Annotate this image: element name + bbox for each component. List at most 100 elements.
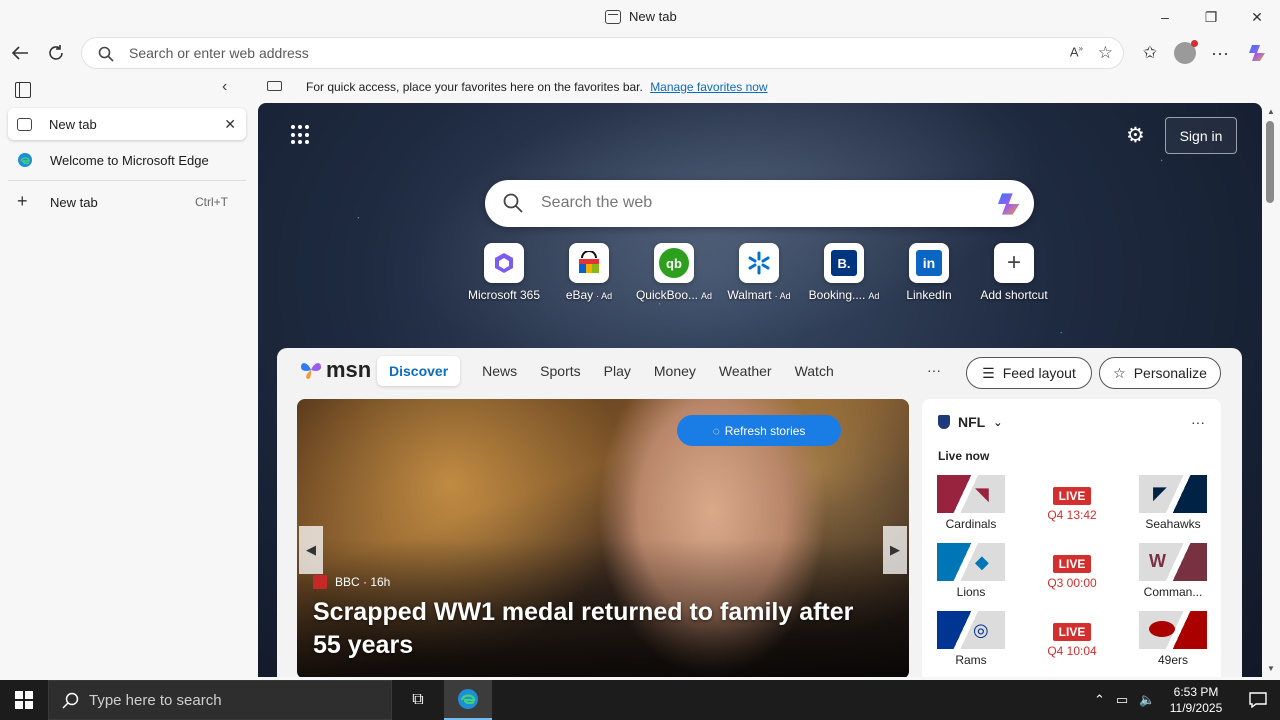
hero-story-card[interactable]: ◌ Refresh stories ◀ ▶ BBC · 16h Scrapped…	[297, 399, 909, 677]
tab-new-tab[interactable]: New tab ✕	[8, 108, 246, 140]
49ers-logo-icon	[1139, 611, 1207, 649]
copilot-icon[interactable]	[994, 188, 1026, 220]
scroll-thumb[interactable]	[1266, 121, 1274, 203]
team-name: Rams	[955, 653, 987, 667]
prev-story-arrow-icon[interactable]: ◀	[299, 526, 323, 574]
close-window-button[interactable]: ✕	[1234, 0, 1280, 34]
home-team: ◎ Rams	[937, 611, 1005, 669]
add-shortcut-button[interactable]: + Add shortcut	[969, 243, 1059, 302]
personalize-button[interactable]: ☆ Personalize	[1099, 357, 1221, 389]
live-badge: LIVE	[1052, 555, 1092, 573]
web-search-box[interactable]: Search the web	[485, 180, 1034, 227]
shortcut-walmart[interactable]: Walmart · Ad	[714, 243, 804, 302]
tab-actions-icon[interactable]	[15, 82, 31, 98]
app-launcher-icon[interactable]	[291, 125, 311, 145]
back-button[interactable]	[4, 37, 36, 69]
settings-more-icon[interactable]: ···	[1204, 37, 1236, 69]
tab-label: New tab	[49, 116, 97, 132]
favorites-hint: For quick access, place your favorites h…	[306, 80, 768, 94]
game-clock: Q4 10:04	[1047, 644, 1097, 658]
story-headline[interactable]: Scrapped WW1 medal returned to family af…	[313, 596, 873, 662]
game-status: LIVE Q4 10:04	[1037, 623, 1107, 658]
maximize-button[interactable]: ❐	[1188, 0, 1234, 34]
tab-sports[interactable]: Sports	[529, 356, 591, 386]
favorites-icon[interactable]: ✩	[1134, 37, 1166, 69]
tab-welcome[interactable]: Welcome to Microsoft Edge	[8, 144, 246, 176]
tab-money[interactable]: Money	[643, 356, 707, 386]
scroll-down-icon[interactable]: ▼	[1267, 664, 1275, 673]
page-settings-gear-icon[interactable]: ⚙	[1126, 123, 1145, 148]
favorite-star-icon[interactable]: ☆	[1098, 43, 1113, 63]
network-icon[interactable]: ▭	[1116, 692, 1128, 708]
next-story-arrow-icon[interactable]: ▶	[883, 526, 907, 574]
search-icon	[62, 692, 79, 709]
chevron-up-icon[interactable]: ⌃	[1094, 692, 1105, 708]
feed-layout-button[interactable]: ☰ Feed layout	[966, 357, 1092, 389]
collapse-pane-icon[interactable]: ‹	[222, 78, 227, 96]
shortcut-label: Booking....	[808, 288, 866, 302]
notification-center-icon[interactable]	[1236, 680, 1280, 720]
new-tab-label: New tab	[50, 194, 98, 210]
address-input[interactable]	[129, 38, 1029, 68]
task-view-icon[interactable]: ⧉	[396, 680, 440, 720]
tab-discover[interactable]: Discover	[377, 356, 461, 386]
ebay-bag-icon	[569, 243, 609, 283]
tab-play[interactable]: Play	[593, 356, 642, 386]
favorites-hint-text: For quick access, place your favorites h…	[306, 80, 643, 94]
windows-logo-icon	[15, 691, 33, 709]
away-team: ◤ Seahawks	[1139, 475, 1207, 533]
game-row[interactable]: ◥ Cardinals LIVE Q4 13:42 ◤ Seahawks	[937, 475, 1207, 533]
more-nav-icon[interactable]: ···	[927, 362, 941, 378]
seahawks-logo-icon: ◤	[1139, 475, 1207, 513]
manage-favorites-link[interactable]: Manage favorites now	[650, 80, 767, 94]
copilot-button[interactable]	[1242, 37, 1274, 69]
game-row[interactable]: ◆ Lions LIVE Q3 00:00 W Comman...	[937, 543, 1207, 601]
tab-watch[interactable]: Watch	[784, 356, 845, 386]
shortcut-microsoft-365[interactable]: Microsoft 365	[459, 243, 549, 302]
nfl-scores-card: NFL ⌄ ··· Live now ◥ Cardinals LIVE Q4 1…	[922, 399, 1221, 677]
msn-logo[interactable]: msn	[299, 357, 371, 383]
shortcut-booking[interactable]: B. Booking.... Ad	[799, 243, 889, 302]
msn-nav: Discover News Sports Play Money Weather …	[377, 356, 846, 386]
page-scrollbar[interactable]: ▲ ▼	[1262, 103, 1280, 677]
game-status: LIVE Q4 13:42	[1037, 487, 1107, 522]
edge-icon	[18, 153, 32, 167]
sign-in-button[interactable]: Sign in	[1165, 117, 1237, 154]
volume-muted-icon[interactable]: 🔈	[1139, 692, 1155, 708]
scroll-up-icon[interactable]: ▲	[1267, 107, 1275, 116]
ad-label: · Ad	[596, 291, 613, 301]
lions-logo-icon: ◆	[937, 543, 1005, 581]
new-tab-button[interactable]: + New tab Ctrl+T	[8, 186, 246, 218]
booking-icon: B.	[824, 243, 864, 283]
start-button[interactable]	[0, 680, 48, 720]
shortcut-ebay[interactable]: eBay · Ad	[544, 243, 634, 302]
refresh-button[interactable]	[40, 37, 72, 69]
taskbar-search-placeholder: Type here to search	[89, 691, 222, 709]
nfl-more-icon[interactable]: ···	[1191, 414, 1205, 430]
read-aloud-icon[interactable]: A»	[1070, 44, 1083, 59]
taskbar-edge-app[interactable]	[444, 680, 492, 720]
nfl-shield-icon	[938, 415, 950, 429]
ad-label: · Ad	[774, 291, 791, 301]
microsoft-365-icon	[484, 243, 524, 283]
clock[interactable]: 6:53 PM 11/9/2025	[1168, 684, 1224, 716]
tab-news[interactable]: News	[471, 356, 528, 386]
profile-button[interactable]	[1169, 37, 1201, 69]
shortcut-linkedin[interactable]: in LinkedIn	[884, 243, 974, 302]
msn-feed: msn Discover News Sports Play Money Weat…	[277, 348, 1242, 677]
window-title-text: New tab	[629, 9, 677, 24]
favorites-bar-icon	[267, 81, 282, 91]
msn-logo-text: msn	[326, 357, 372, 382]
address-bar[interactable]: A» ☆	[81, 37, 1124, 69]
shortcut-quickbooks[interactable]: qb QuickBoo... Ad	[629, 243, 719, 302]
taskbar-search[interactable]: Type here to search	[48, 680, 392, 720]
nfl-header[interactable]: NFL ⌄	[938, 414, 1002, 430]
personalize-label: Personalize	[1133, 365, 1207, 381]
close-tab-icon[interactable]: ✕	[224, 116, 236, 133]
refresh-stories-button[interactable]: ◌ Refresh stories	[677, 415, 841, 446]
tab-weather[interactable]: Weather	[708, 356, 783, 386]
away-team: W Comman...	[1139, 543, 1207, 601]
game-row[interactable]: ◎ Rams LIVE Q4 10:04 49ers	[937, 611, 1207, 669]
minimize-button[interactable]: –	[1142, 0, 1188, 34]
refresh-spinner-icon: ◌	[712, 423, 720, 438]
